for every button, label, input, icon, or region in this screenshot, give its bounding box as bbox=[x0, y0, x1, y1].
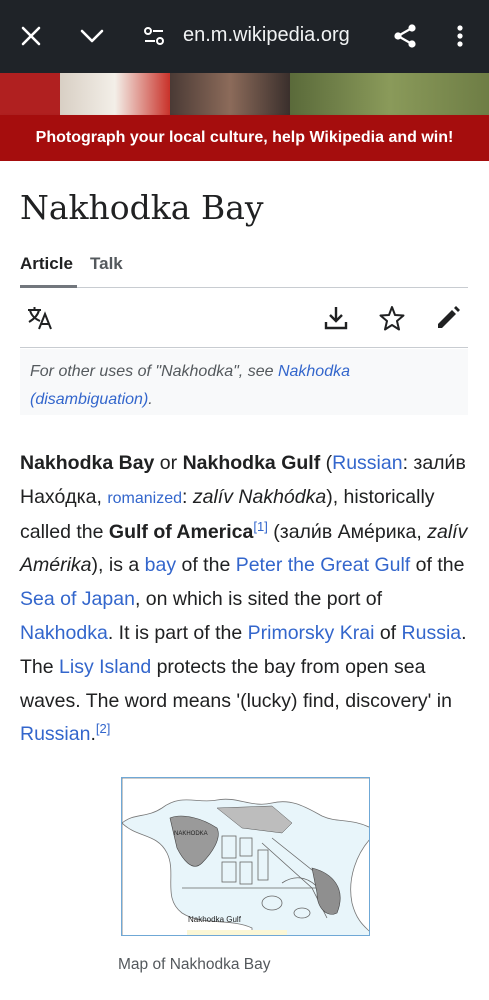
link-peter-the-great-gulf[interactable]: Peter the Great Gulf bbox=[236, 554, 411, 576]
citation-1[interactable]: [1] bbox=[253, 519, 267, 534]
banner-text[interactable]: Photograph your local culture, help Wiki… bbox=[36, 129, 454, 147]
link-romanized[interactable]: romanized bbox=[107, 490, 182, 507]
browser-toolbar: en.m.wikipedia.org bbox=[0, 0, 489, 73]
link-primorsky-krai[interactable]: Primorsky Krai bbox=[248, 622, 375, 644]
link-nakhodka[interactable]: Nakhodka bbox=[20, 622, 108, 644]
bold-term: Nakhodka Bay bbox=[20, 452, 155, 474]
text: ( bbox=[320, 452, 333, 474]
text: : bbox=[182, 485, 193, 508]
text: , on which is sited the port of bbox=[134, 588, 383, 611]
watch-star-icon[interactable] bbox=[378, 304, 406, 332]
map-image[interactable]: NAKHODKA Nakhodka Gulf bbox=[121, 777, 370, 936]
text: . It is part of the bbox=[107, 621, 248, 644]
hatnote: For other uses of "Nakhodka", see Nakhod… bbox=[20, 349, 468, 415]
banner-photo bbox=[0, 73, 489, 115]
text: of the bbox=[176, 554, 236, 577]
language-icon[interactable] bbox=[26, 304, 54, 332]
map-label-nakhodka: NAKHODKA bbox=[174, 831, 208, 837]
bold-term: Gulf of America bbox=[108, 520, 254, 543]
citation-2[interactable]: [2] bbox=[96, 721, 110, 736]
romanization: zalív Nakhódka bbox=[192, 485, 327, 508]
hatnote-suffix: . bbox=[148, 391, 153, 408]
tab-article[interactable]: Article bbox=[20, 254, 77, 288]
banner-strip[interactable]: Photograph your local culture, help Wiki… bbox=[0, 115, 489, 161]
link-russia[interactable]: Russia bbox=[402, 622, 462, 644]
link-lisy-island[interactable]: Lisy Island bbox=[59, 656, 151, 678]
url-text[interactable]: en.m.wikipedia.org bbox=[183, 24, 350, 47]
more-vert-icon[interactable] bbox=[446, 22, 474, 50]
link-sea-of-japan[interactable]: Sea of Japan bbox=[20, 588, 135, 610]
page-tabs: Article Talk bbox=[20, 252, 468, 288]
page-title: Nakhodka Bay bbox=[20, 188, 264, 227]
hatnote-text: For other uses of "Nakhodka", see bbox=[30, 363, 278, 380]
map-label-gulf: Nakhodka Gulf bbox=[188, 915, 242, 924]
link-bay[interactable]: bay bbox=[145, 554, 176, 576]
text: or bbox=[154, 452, 183, 474]
page-actions bbox=[20, 288, 468, 348]
text: of the bbox=[410, 554, 465, 577]
share-icon[interactable] bbox=[391, 22, 419, 50]
link-russian-2[interactable]: Russian bbox=[20, 723, 90, 745]
bold-term: Nakhodka Gulf bbox=[182, 452, 321, 474]
tab-talk[interactable]: Talk bbox=[90, 254, 123, 274]
close-icon[interactable] bbox=[17, 22, 45, 50]
campaign-banner[interactable]: Photograph your local culture, help Wiki… bbox=[0, 73, 489, 161]
site-settings-icon[interactable] bbox=[140, 22, 168, 50]
text: (зали́в Аме́рика, bbox=[267, 520, 428, 543]
article-lead-paragraph: Nakhodka Bay or Nakhodka Gulf (Russian: … bbox=[20, 447, 472, 752]
text: ), is a bbox=[91, 554, 145, 577]
download-icon[interactable] bbox=[322, 304, 350, 332]
figure-caption: Map of Nakhodka Bay bbox=[118, 956, 271, 973]
chevron-down-icon[interactable] bbox=[78, 22, 106, 50]
edit-pencil-icon[interactable] bbox=[434, 304, 462, 332]
link-russian[interactable]: Russian bbox=[332, 452, 402, 474]
text: of bbox=[374, 621, 402, 644]
